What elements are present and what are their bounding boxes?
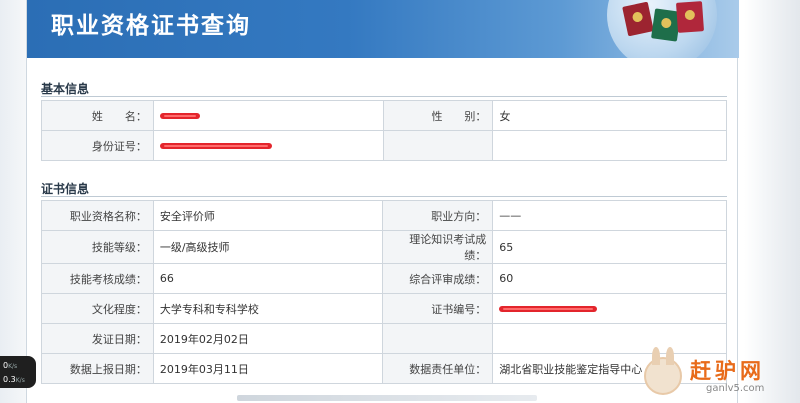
certificate-book-icon — [675, 1, 705, 33]
table-row: 技能等级： 一级/高级技师 理论知识考试成绩： 65 — [41, 230, 727, 264]
table-row: 身份证号： — [41, 130, 727, 161]
education-value: 大学专科和专科学校 — [152, 293, 384, 324]
table-row: 发证日期： 2019年02月02日 — [41, 323, 727, 354]
issue-date-value: 2019年02月02日 — [152, 323, 384, 354]
upload-speed: 0.3K/s — [3, 375, 25, 384]
skill-level-label: 技能等级： — [41, 230, 154, 264]
certificate-info-table: 职业资格名称： 安全评价师 职业方向： —— 技能等级： 一级/高级技师 理论知… — [41, 200, 727, 384]
skill-assessment-label: 技能考核成绩： — [41, 263, 154, 294]
certificate-info-heading: 证书信息 — [41, 182, 90, 196]
header-banner: 职业资格证书查询 — [27, 0, 739, 58]
network-speed-widget[interactable]: 0K/s 0.3K/s — [0, 356, 36, 388]
download-speed: 0K/s — [3, 361, 18, 370]
watermark-url: ganlv5.com — [706, 383, 765, 394]
section-divider — [41, 196, 727, 197]
page-title: 职业资格证书查询 — [51, 13, 251, 39]
career-direction-value: —— — [492, 200, 727, 231]
query-result-card: 职业资格证书查询 基本信息 姓 名： 性 别： 女 身份证号： 证书信息 职业资… — [26, 0, 739, 403]
table-row: 技能考核成绩： 66 综合评审成绩： 60 — [41, 263, 727, 294]
table-row: 数据上报日期： 2019年03月11日 数据责任单位： 湖北省职业技能鉴定指导中… — [41, 353, 727, 384]
skill-level-value: 一级/高级技师 — [152, 230, 384, 264]
table-row: 姓 名： 性 别： 女 — [41, 100, 727, 131]
redaction-mark — [159, 143, 272, 149]
empty-value — [492, 130, 727, 161]
certificate-number-label: 证书编号： — [382, 293, 494, 324]
redaction-mark — [159, 113, 200, 119]
footer-text-blur — [237, 395, 537, 401]
report-date-value: 2019年03月11日 — [152, 353, 384, 384]
issue-date-label: 发证日期： — [41, 323, 154, 354]
table-row: 文化程度： 大学专科和专科学校 证书编号： — [41, 293, 727, 324]
donkey-logo-icon — [644, 347, 682, 395]
theory-score-label: 理论知识考试成绩： — [382, 230, 494, 264]
empty-label — [382, 323, 494, 354]
career-direction-label: 职业方向： — [382, 200, 494, 231]
id-number-label: 身份证号： — [41, 130, 154, 161]
comprehensive-score-label: 综合评审成绩： — [382, 263, 494, 294]
table-row: 职业资格名称： 安全评价师 职业方向： —— — [41, 200, 727, 231]
skill-assessment-value: 66 — [152, 263, 384, 294]
redaction-mark — [499, 306, 598, 312]
education-label: 文化程度： — [41, 293, 154, 324]
watermark-text: 赶驴网 — [690, 359, 765, 383]
site-watermark: 赶驴网 ganlv5.com — [644, 347, 794, 399]
id-number-value — [152, 130, 384, 161]
name-label: 姓 名： — [41, 100, 154, 131]
qualification-name-label: 职业资格名称： — [41, 200, 154, 231]
basic-info-table: 姓 名： 性 别： 女 身份证号： — [41, 100, 727, 161]
basic-info-heading: 基本信息 — [41, 82, 90, 96]
empty-value — [492, 323, 727, 354]
responsible-unit-label: 数据责任单位： — [382, 353, 494, 384]
report-date-label: 数据上报日期： — [41, 353, 154, 384]
gender-label: 性 别： — [382, 100, 494, 131]
gender-value: 女 — [492, 100, 727, 131]
theory-score-value: 65 — [492, 230, 727, 264]
certificate-number-value — [492, 293, 727, 324]
qualification-name-value: 安全评价师 — [152, 200, 384, 231]
name-value — [152, 100, 384, 131]
comprehensive-score-value: 60 — [492, 263, 727, 294]
section-divider — [41, 96, 727, 97]
empty-label — [382, 130, 494, 161]
